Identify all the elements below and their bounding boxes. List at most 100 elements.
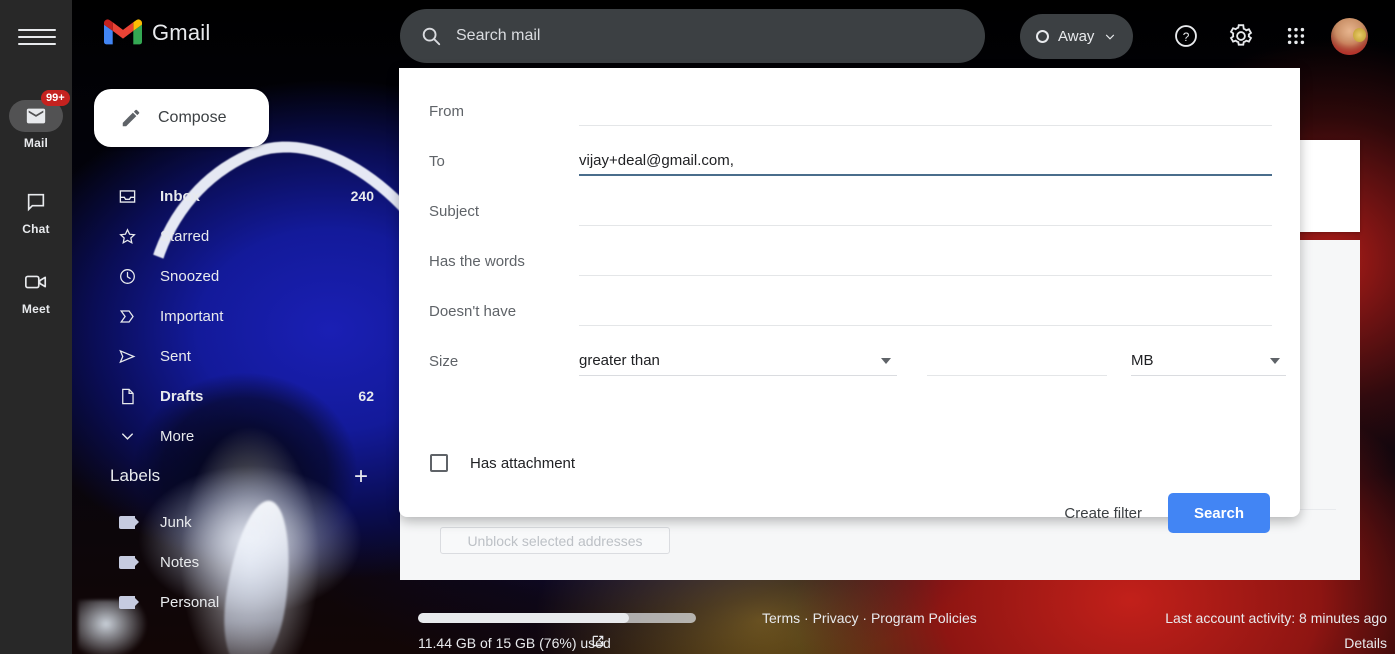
sidebar-item-sent[interactable]: Sent [72, 336, 402, 376]
help-button[interactable]: ? [1170, 20, 1202, 52]
sidebar-item-drafts[interactable]: Drafts 62 [72, 376, 402, 416]
google-apps-button[interactable] [1280, 20, 1312, 52]
has-attachment-row: Has attachment [399, 454, 575, 472]
sidebar-item-snoozed[interactable]: Snoozed [72, 256, 402, 296]
search-field-row-to: To vijay+deal@gmail.com, [399, 136, 1300, 186]
label-item-notes[interactable]: Notes [72, 542, 402, 582]
gmail-app-window: Unblock selected addresses 99+ Mail Chat [0, 0, 1395, 654]
rail-item-meet[interactable]: Meet [0, 266, 72, 316]
search-input[interactable]: Search mail [400, 9, 985, 63]
svg-text:?: ? [1183, 30, 1190, 44]
sidebar-item-important[interactable]: Important [72, 296, 402, 336]
mail-unread-badge: 99+ [41, 90, 70, 106]
size-operator-value: greater than [579, 352, 660, 369]
user-avatar[interactable] [1331, 18, 1368, 55]
gear-icon [1229, 24, 1253, 46]
has-the-words-field-input[interactable] [579, 246, 1272, 276]
sidebar-item-starred[interactable]: Starred [72, 216, 402, 256]
top-bar: Gmail Search mail Away ? [72, 0, 1395, 72]
rail-item-mail[interactable]: 99+ Mail [0, 90, 72, 150]
size-unit-value: MB [1131, 352, 1154, 369]
rail-item-meet-label: Meet [21, 302, 51, 316]
search-submit-button[interactable]: Search [1167, 493, 1270, 533]
doesnt-have-field-input[interactable] [579, 296, 1272, 326]
size-field-label: Size [429, 352, 459, 370]
subject-field-label: Subject [429, 202, 480, 220]
chevron-down-icon [881, 357, 891, 364]
help-question-icon: ? [1175, 25, 1197, 47]
sidebar-item-inbox-label: Inbox [160, 187, 200, 205]
search-field-row-subject: Subject [399, 186, 1300, 236]
label-tag-icon [116, 555, 139, 569]
label-tag-icon [116, 515, 139, 529]
label-item-personal[interactable]: Personal [72, 582, 402, 622]
sidebar-item-inbox-count: 240 [350, 188, 374, 204]
unblock-selected-addresses-button[interactable]: Unblock selected addresses [440, 527, 670, 554]
has-the-words-field-label: Has the words [429, 252, 525, 270]
privacy-link[interactable]: Privacy [813, 610, 859, 626]
inbox-icon [116, 187, 138, 206]
compose-button[interactable]: Compose [94, 89, 269, 147]
size-unit-select[interactable]: MB [1131, 346, 1286, 376]
draft-file-icon [116, 387, 138, 406]
sidebar-item-more[interactable]: More [72, 416, 402, 456]
compose-label: Compose [158, 109, 227, 126]
brand[interactable]: Gmail [104, 18, 210, 47]
to-field-label: To [429, 152, 445, 170]
sidebar-item-sent-label: Sent [160, 347, 191, 365]
sidebar-item-snoozed-label: Snoozed [160, 267, 220, 285]
sidebar-item-inbox[interactable]: Inbox 240 [72, 176, 402, 216]
from-field-label: From [429, 102, 464, 120]
legal-separator-2: · [858, 610, 871, 626]
sidebar-item-drafts-label: Drafts [160, 387, 204, 405]
account-details-link[interactable]: Details [1344, 635, 1387, 651]
app-rail: 99+ Mail Chat Meet [0, 0, 72, 654]
has-attachment-checkbox[interactable] [430, 454, 448, 472]
create-filter-button[interactable]: Create filter [1060, 497, 1146, 530]
search-field-row-doesnt-have: Doesn't have [399, 286, 1300, 336]
label-item-junk[interactable]: Junk [72, 502, 402, 542]
sidebar-item-drafts-count: 62 [358, 388, 374, 404]
star-icon [116, 227, 138, 246]
brand-name: Gmail [152, 19, 211, 45]
external-link-icon[interactable] [590, 633, 606, 654]
label-item-personal-label: Personal [160, 593, 220, 611]
from-field-input[interactable] [579, 96, 1272, 126]
storage-usage-text: 11.44 GB of 15 GB (76%) used [418, 635, 611, 651]
search-panel-actions: Create filter Search [1060, 493, 1270, 533]
sidebar: Compose Inbox 240 Starred Snoozed Import… [72, 72, 402, 654]
hamburger-menu-icon[interactable] [18, 22, 56, 52]
search-options-panel: From To vijay+deal@gmail.com, Subject Ha… [399, 68, 1300, 533]
subject-field-input[interactable] [579, 196, 1272, 226]
search-magnifier-icon [422, 27, 441, 46]
plus-icon[interactable]: + [348, 464, 374, 490]
terms-link[interactable]: Terms [762, 610, 800, 626]
labels-list: Junk Notes Personal [72, 502, 402, 622]
size-operator-select[interactable]: greater than [579, 346, 897, 376]
video-camera-icon [25, 275, 47, 289]
last-account-activity-text: Last account activity: 8 minutes ago [1165, 610, 1387, 626]
to-field-input[interactable]: vijay+deal@gmail.com, [579, 146, 1272, 176]
doesnt-have-field-label: Doesn't have [429, 302, 517, 320]
label-item-junk-label: Junk [160, 513, 192, 531]
chat-bubble-icon [27, 193, 45, 212]
send-icon [116, 347, 138, 366]
legal-links: Terms · Privacy · Program Policies [762, 610, 977, 626]
size-amount-input[interactable] [927, 346, 1107, 376]
sidebar-item-more-label: More [160, 427, 195, 445]
rail-item-mail-label: Mail [23, 136, 49, 150]
status-away-chip[interactable]: Away [1020, 14, 1134, 59]
chevron-down-icon [1106, 34, 1115, 40]
chevron-down-icon [1270, 357, 1280, 364]
rail-item-chat[interactable]: Chat [0, 186, 72, 236]
storage-progress-fill [418, 613, 630, 623]
clock-icon [116, 267, 138, 286]
sidebar-nav-list: Inbox 240 Starred Snoozed Important Sent… [72, 176, 402, 456]
program-policies-link[interactable]: Program Policies [871, 610, 977, 626]
has-attachment-label: Has attachment [470, 454, 576, 472]
settings-button[interactable] [1225, 20, 1257, 52]
label-item-notes-label: Notes [160, 553, 200, 571]
search-field-row-from: From [399, 86, 1300, 136]
footer: 11.44 GB of 15 GB (76%) used Terms · Pri… [400, 580, 1395, 654]
sidebar-item-important-label: Important [160, 307, 224, 325]
